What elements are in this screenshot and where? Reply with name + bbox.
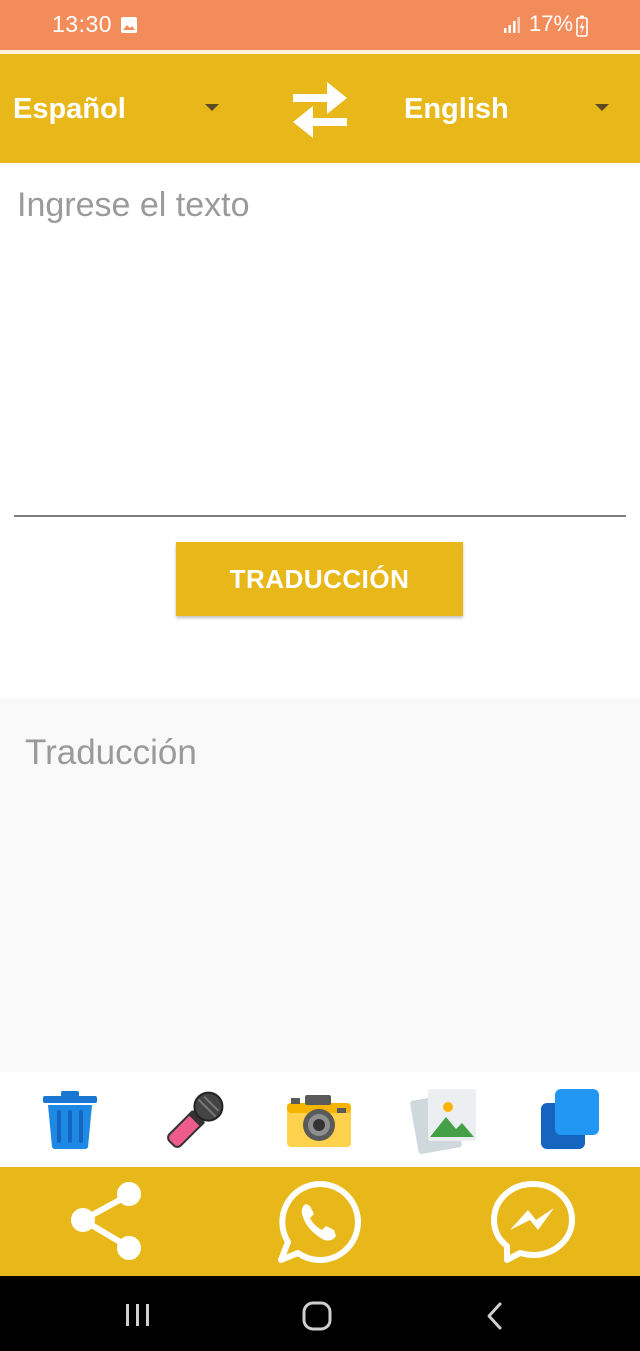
source-language-selector[interactable]: Español [13, 93, 126, 126]
home-icon[interactable] [300, 1299, 334, 1333]
signal-icon [504, 17, 520, 33]
copy-icon[interactable] [535, 1085, 605, 1155]
chevron-down-icon[interactable] [205, 104, 219, 111]
share-icon[interactable] [65, 1180, 149, 1264]
camera-icon[interactable] [285, 1085, 355, 1155]
input-underline [14, 515, 626, 517]
trash-icon[interactable] [35, 1085, 105, 1155]
whatsapp-icon[interactable] [276, 1178, 364, 1266]
translation-output: Traducción [25, 733, 197, 772]
swap-arrows-icon[interactable] [289, 78, 351, 140]
chevron-down-icon[interactable] [595, 104, 609, 111]
gallery-icon[interactable] [410, 1085, 480, 1155]
messenger-icon[interactable] [488, 1178, 578, 1266]
target-language-selector[interactable]: English [404, 93, 509, 126]
recents-icon[interactable] [123, 1301, 153, 1329]
image-notification-icon [121, 17, 137, 33]
translate-button[interactable]: TRADUCCIÓN [176, 542, 463, 616]
status-time: 13:30 [52, 11, 113, 37]
microphone-icon[interactable] [160, 1085, 230, 1155]
battery-charging-icon [576, 15, 588, 37]
battery-percent: 17% [529, 11, 574, 36]
source-text-input[interactable] [15, 182, 617, 506]
back-icon[interactable] [482, 1300, 508, 1332]
